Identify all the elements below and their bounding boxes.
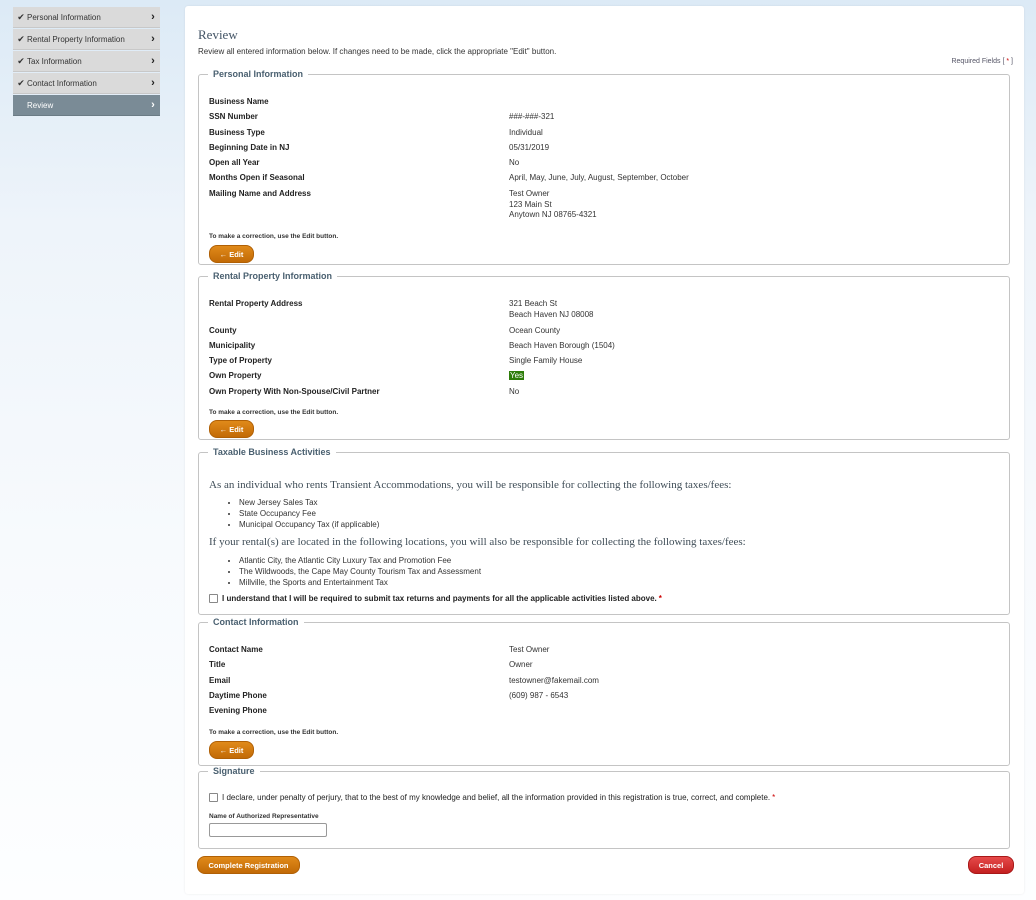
page-title: Review — [198, 27, 238, 42]
highlighted-value: Yes — [509, 371, 525, 381]
review-row: Contact Name Test Owner — [209, 645, 550, 654]
section-legend: Taxable Business Activities — [213, 447, 331, 457]
correction-hint: To make a correction, use the Edit butto… — [209, 409, 339, 416]
section-legend: Rental Property Information — [213, 271, 333, 281]
sidebar-item-label: Tax Information — [27, 56, 82, 66]
sidebar-item-label: Rental Property Information — [27, 34, 125, 44]
review-row: Beginning Date in NJ 05/31/2019 — [209, 142, 550, 152]
review-row: Evening Phone — [209, 706, 267, 716]
review-row: Type of Property Single Family House — [209, 356, 583, 366]
cancel-button[interactable]: Cancel — [968, 856, 1014, 874]
review-row: Own Property Yes — [209, 371, 525, 381]
acknowledge-checkbox[interactable] — [209, 594, 218, 603]
chevron-right-icon: › — [151, 77, 155, 89]
list-item: Municipal Occupancy Tax (if applicable) — [239, 519, 379, 530]
list-item: New Jersey Sales Tax — [239, 497, 379, 508]
list-item: Millville, the Sports and Entertainment … — [239, 577, 481, 588]
chevron-right-icon: › — [151, 55, 155, 67]
sidebar-item-review[interactable]: Review › — [13, 95, 160, 116]
review-row: Business Name — [209, 97, 269, 106]
acknowledge-row: I understand that I will be required to … — [209, 594, 662, 603]
required-fields-note: Required Fields [ * ] — [951, 58, 1013, 65]
correction-hint: To make a correction, use the Edit butto… — [209, 729, 339, 736]
taxable-activities-section: Taxable Business Activities As an indivi… — [198, 447, 1010, 615]
section-legend: Personal Information — [213, 69, 304, 79]
sidebar-item-contact-information[interactable]: ✔ Contact Information › — [13, 73, 160, 94]
edit-rental-button[interactable]: ← Edit — [209, 420, 254, 438]
edit-contact-button[interactable]: ← Edit — [209, 741, 254, 759]
sidebar-item-label: Contact Information — [27, 78, 97, 88]
signature-section: Signature I declare, under penalty of pe… — [198, 766, 1010, 849]
checkmark-icon: ✔ — [17, 11, 25, 22]
sidebar-item-label: Review — [27, 100, 54, 110]
review-panel: Review Review all entered information be… — [185, 6, 1024, 894]
taxable-intro: As an individual who rents Transient Acc… — [209, 479, 732, 491]
checkmark-icon: ✔ — [17, 55, 25, 66]
review-row: Email testowner@fakemail.com — [209, 675, 599, 685]
correction-hint: To make a correction, use the Edit butto… — [209, 233, 339, 240]
sidebar-item-rental-property-information[interactable]: ✔ Rental Property Information › — [13, 29, 160, 50]
section-legend: Signature — [213, 766, 255, 776]
sidebar-item-tax-information[interactable]: ✔ Tax Information › — [13, 51, 160, 72]
complete-registration-button[interactable]: Complete Registration — [197, 856, 300, 874]
review-row: Daytime Phone (609) 987 - 6543 — [209, 690, 569, 700]
representative-name-input[interactable] — [209, 823, 327, 837]
chevron-right-icon: › — [151, 99, 155, 111]
review-row: SSN Number ###-###-321 — [209, 112, 555, 122]
review-row: County Ocean County — [209, 325, 561, 335]
edit-personal-button[interactable]: ← Edit — [209, 245, 254, 263]
chevron-right-icon: › — [151, 33, 155, 45]
review-row: Months Open if Seasonal April, May, June,… — [209, 173, 689, 183]
checkmark-icon: ✔ — [17, 77, 25, 88]
review-row: Rental Property Address 321 Beach St Bea… — [209, 299, 594, 319]
sidebar-item-personal-information[interactable]: ✔ Personal Information › — [13, 7, 160, 28]
rental-property-section: Rental Property Information Rental Prope… — [198, 271, 1010, 440]
review-row: Business Type Individual — [209, 127, 543, 137]
tax-list: New Jersey Sales Tax State Occupancy Fee… — [209, 497, 379, 530]
location-tax-list: Atlantic City, the Atlantic City Luxury … — [209, 555, 481, 588]
representative-label: Name of Authorized Representative — [209, 813, 319, 820]
section-legend: Contact Information — [213, 617, 299, 627]
contact-information-section: Contact Information Contact Name Test Own… — [198, 617, 1010, 766]
location-intro: If your rental(s) are located in the fol… — [209, 536, 746, 548]
checkmark-icon: ✔ — [17, 33, 25, 44]
review-row: Own Property With Non-Spouse/Civil Partn… — [209, 386, 520, 396]
review-row: Municipality Beach Haven Borough (1504) — [209, 340, 615, 350]
review-row: Mailing Name and Address Test Owner 123 … — [209, 188, 597, 220]
list-item: Atlantic City, the Atlantic City Luxury … — [239, 555, 481, 566]
wizard-sidebar: ✔ Personal Information › ✔ Rental Proper… — [13, 7, 160, 117]
declaration-row: I declare, under penalty of perjury, tha… — [209, 793, 775, 802]
page-intro: Review all entered information below. If… — [198, 47, 557, 56]
chevron-right-icon: › — [151, 11, 155, 23]
declaration-checkbox[interactable] — [209, 793, 218, 802]
list-item: The Wildwoods, the Cape May County Touri… — [239, 566, 481, 577]
review-row: Open all Year No — [209, 158, 520, 168]
review-row: Title Owner — [209, 660, 533, 670]
personal-information-section: Personal Information Business Name SSN N… — [198, 69, 1010, 265]
sidebar-item-label: Personal Information — [27, 12, 101, 22]
list-item: State Occupancy Fee — [239, 508, 379, 519]
